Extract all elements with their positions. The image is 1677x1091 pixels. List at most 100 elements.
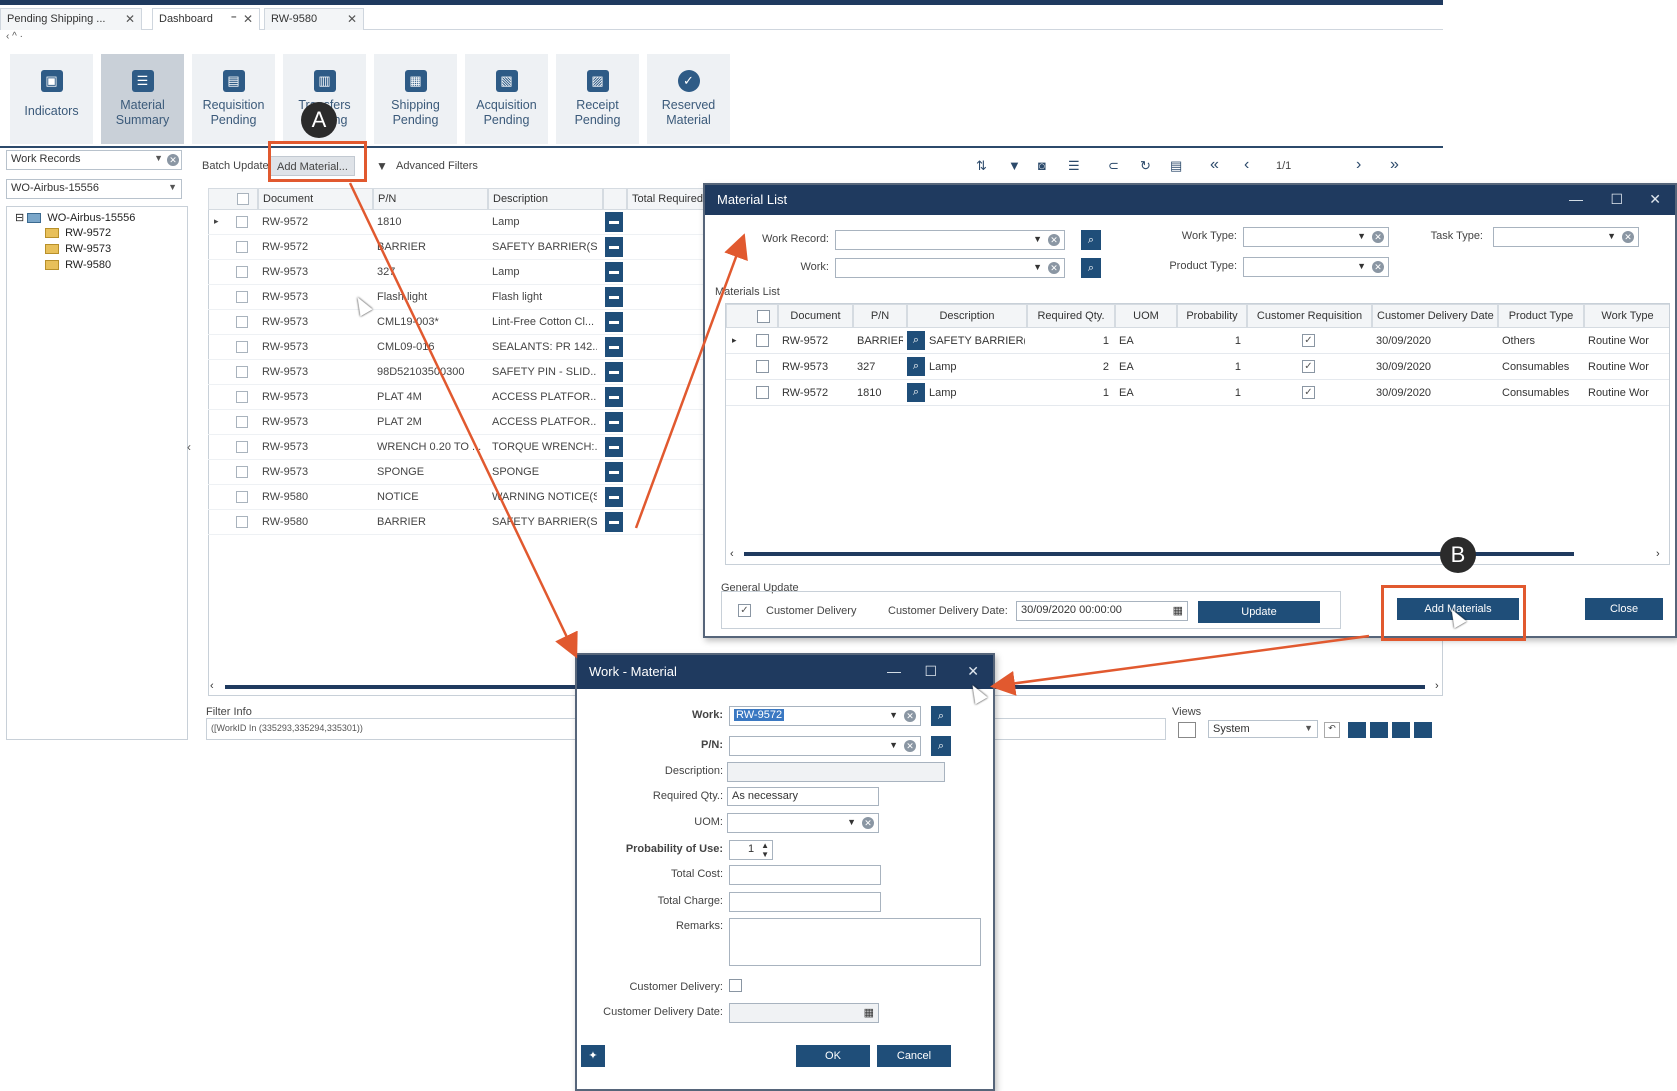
ribbon-receipt-pending[interactable]: ▨ Receipt Pending xyxy=(556,54,642,144)
column-header[interactable]: Customer Requisition xyxy=(1247,304,1372,328)
tab-dashboard[interactable]: Dashboard ⁼ ✕ xyxy=(152,8,260,30)
filter-icon[interactable]: ▼ xyxy=(1008,158,1021,173)
row-checkbox[interactable] xyxy=(236,441,248,453)
close-icon[interactable]: ✕ xyxy=(347,12,357,26)
table-row[interactable]: RW-9573 CML19-003* Lint-Free Cotton Cl... ▬ xyxy=(208,310,708,335)
last-page-icon[interactable]: » xyxy=(1390,156,1399,174)
list-icon[interactable]: ☰ xyxy=(1068,158,1080,174)
advanced-filters-button[interactable]: Advanced Filters xyxy=(396,160,478,172)
chevron-down-icon[interactable]: ▼ xyxy=(1607,231,1616,241)
clear-icon[interactable]: ✕ xyxy=(1372,261,1384,273)
open-folder-icon[interactable]: ▬ xyxy=(605,362,623,382)
binoculars-icon[interactable]: ◙ xyxy=(1038,158,1046,173)
chevron-down-icon[interactable]: ▼ xyxy=(889,740,898,750)
chevron-down-icon[interactable]: ▼ xyxy=(1304,723,1313,733)
column-header[interactable]: P/N xyxy=(373,188,488,210)
open-folder-icon[interactable]: ▬ xyxy=(605,462,623,482)
columns-icon[interactable]: ⇅ xyxy=(976,158,987,174)
calendar-icon[interactable]: ▦ xyxy=(1173,604,1183,617)
ribbon-reserved-material[interactable]: ✓ Reserved Material xyxy=(647,54,733,144)
row-checkbox[interactable] xyxy=(236,491,248,503)
ribbon-indicators[interactable]: ▣ Indicators xyxy=(10,54,96,144)
clear-icon[interactable]: ✕ xyxy=(1048,234,1060,246)
column-header[interactable]: Description xyxy=(488,188,603,210)
refresh-icon[interactable]: ↻ xyxy=(1140,158,1151,174)
chevron-down-icon[interactable]: ▼ xyxy=(154,153,163,163)
table-row[interactable]: RW-9573 CML09-016 SEALANTS: PR 142... ▬ xyxy=(208,335,708,360)
prev-page-icon[interactable]: ‹ xyxy=(1244,156,1249,174)
row-checkbox[interactable] xyxy=(236,266,248,278)
chevron-down-icon[interactable]: ▼ xyxy=(1033,234,1042,244)
minimize-icon[interactable]: — xyxy=(1569,191,1583,207)
table-row[interactable]: RW-9573 WRENCH 0.20 TO ... TORQUE WRENCH:.… xyxy=(208,435,708,460)
close-icon[interactable]: ✕ xyxy=(1649,191,1661,208)
work-field[interactable]: ▼ ✕ xyxy=(835,258,1065,278)
ribbon-material-summary[interactable]: ☰ Material Summary xyxy=(101,54,187,144)
scroll-left-icon[interactable]: ‹ xyxy=(730,548,734,560)
work-records-combo[interactable]: Work Records ▼ ✕ xyxy=(6,150,182,170)
save-as-icon[interactable] xyxy=(1370,722,1388,738)
maximize-icon[interactable]: ☐ xyxy=(1610,191,1623,208)
pn-field[interactable]: ▼ ✕ xyxy=(729,736,921,756)
search-icon[interactable]: ⌕ xyxy=(907,383,925,402)
views-combo[interactable]: System ▼ xyxy=(1208,720,1318,738)
customer-delivery-checkbox[interactable]: ✓ xyxy=(738,604,751,617)
table-row[interactable]: RW-9572 1810 ⌕ Lamp 1 EA 1 ✓ 30/09/2020 Consumabl… xyxy=(726,380,1669,406)
customer-requisition-checkbox[interactable]: ✓ xyxy=(1302,360,1315,373)
table-row[interactable]: RW-9573 98D52103500300 SAFETY PIN - SLID..… xyxy=(208,360,708,385)
row-checkbox[interactable] xyxy=(236,516,248,528)
product-type-field[interactable]: ▼ ✕ xyxy=(1243,257,1389,277)
pin-icon[interactable]: ✦ xyxy=(581,1045,605,1067)
description-field[interactable] xyxy=(727,762,945,782)
select-all-checkbox[interactable] xyxy=(237,193,249,205)
chevron-down-icon[interactable]: ▼ xyxy=(847,817,856,827)
scroll-right-icon[interactable]: › xyxy=(1435,680,1439,692)
minimize-icon[interactable]: — xyxy=(887,663,901,679)
close-button[interactable]: Close xyxy=(1585,598,1663,620)
first-page-icon[interactable]: « xyxy=(1210,156,1219,174)
next-page-icon[interactable]: › xyxy=(1356,156,1361,174)
table-row[interactable]: RW-9573 PLAT 2M ACCESS PLATFOR... ▬ xyxy=(208,410,708,435)
column-header[interactable]: Probability xyxy=(1177,304,1247,328)
tree-item[interactable]: RW-9572 xyxy=(45,227,111,239)
column-header[interactable]: UOM xyxy=(1115,304,1177,328)
column-header[interactable]: Required Qty. xyxy=(1027,304,1115,328)
open-folder-icon[interactable]: ▬ xyxy=(605,437,623,457)
customer-delivery-date-field[interactable]: ▦ xyxy=(729,1003,879,1023)
column-header[interactable]: P/N xyxy=(853,304,907,328)
select-all-header[interactable] xyxy=(208,188,258,210)
total-charge-field[interactable] xyxy=(729,892,881,912)
table-row[interactable]: RW-9573 SPONGE SPONGE ▬ xyxy=(208,460,708,485)
column-header[interactable]: Document xyxy=(778,304,853,328)
row-checkbox[interactable] xyxy=(236,291,248,303)
clear-icon[interactable]: ✕ xyxy=(904,710,916,722)
open-folder-icon[interactable]: ▬ xyxy=(605,387,623,407)
chevron-down-icon[interactable]: ▼ xyxy=(1357,231,1366,241)
row-checkbox[interactable] xyxy=(756,360,769,373)
calendar-icon[interactable]: ▦ xyxy=(864,1006,874,1019)
clear-icon[interactable]: ✕ xyxy=(1048,262,1060,274)
open-folder-icon[interactable]: ▬ xyxy=(605,287,623,307)
customer-delivery-date-field[interactable]: 30/09/2020 00:00:00 ▦ xyxy=(1016,601,1188,621)
clear-icon[interactable]: ✕ xyxy=(1372,231,1384,243)
customer-delivery-checkbox[interactable] xyxy=(729,979,742,992)
chevron-down-icon[interactable]: ▼ xyxy=(1033,262,1042,272)
clear-icon[interactable]: ✕ xyxy=(167,154,179,166)
search-icon[interactable]: ⌕ xyxy=(907,357,925,376)
clear-icon[interactable]: ✕ xyxy=(1622,231,1634,243)
chevron-down-icon[interactable]: ▼ xyxy=(889,710,898,720)
scroll-right-icon[interactable]: › xyxy=(1656,548,1660,560)
required-qty-field[interactable]: As necessary xyxy=(727,787,879,806)
clear-icon[interactable]: ✕ xyxy=(862,817,874,829)
row-checkbox[interactable] xyxy=(756,386,769,399)
chevron-down-icon[interactable]: ▼ xyxy=(1357,261,1366,271)
open-folder-icon[interactable]: ▬ xyxy=(605,512,623,532)
save-icon[interactable] xyxy=(1348,722,1366,738)
ok-button[interactable]: OK xyxy=(796,1045,870,1067)
open-folder-icon[interactable]: ▬ xyxy=(605,237,623,257)
row-checkbox[interactable] xyxy=(236,366,248,378)
close-icon[interactable]: ✕ xyxy=(243,12,253,26)
collapse-panel-icon[interactable]: ‹ xyxy=(187,440,191,454)
row-checkbox[interactable] xyxy=(236,341,248,353)
search-icon[interactable]: ⌕ xyxy=(1081,230,1101,250)
